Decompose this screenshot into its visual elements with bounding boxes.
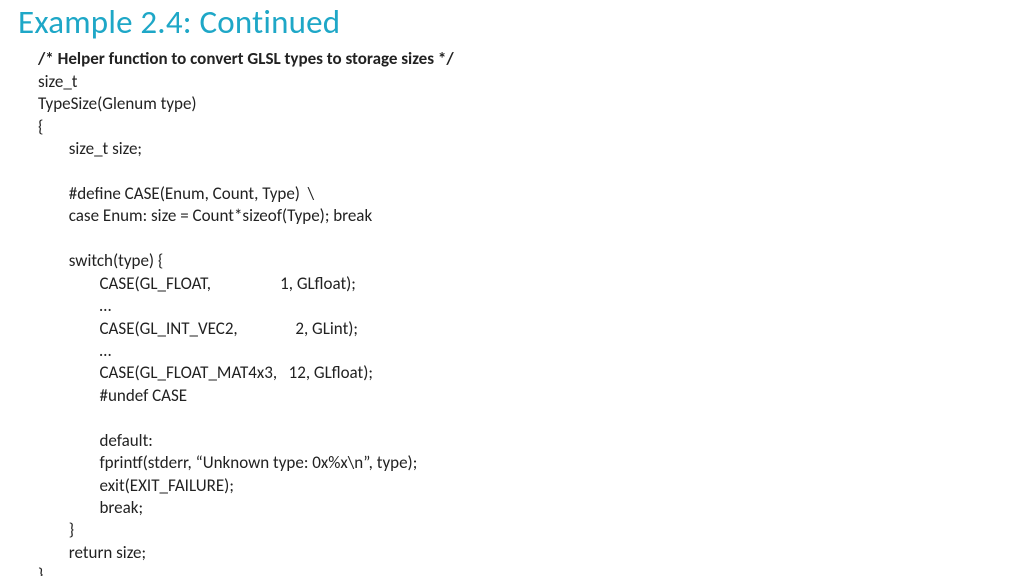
slide: Example 2.4: Continued /* Helper functio…	[0, 0, 1024, 576]
code-block: /* Helper function to convert GLSL types…	[0, 48, 1024, 576]
slide-title: Example 2.4: Continued	[0, 0, 1024, 48]
code-body: size_t TypeSize(Glenum type) { size_t si…	[38, 71, 417, 576]
code-comment: /* Helper function to convert GLSL types…	[38, 48, 454, 69]
